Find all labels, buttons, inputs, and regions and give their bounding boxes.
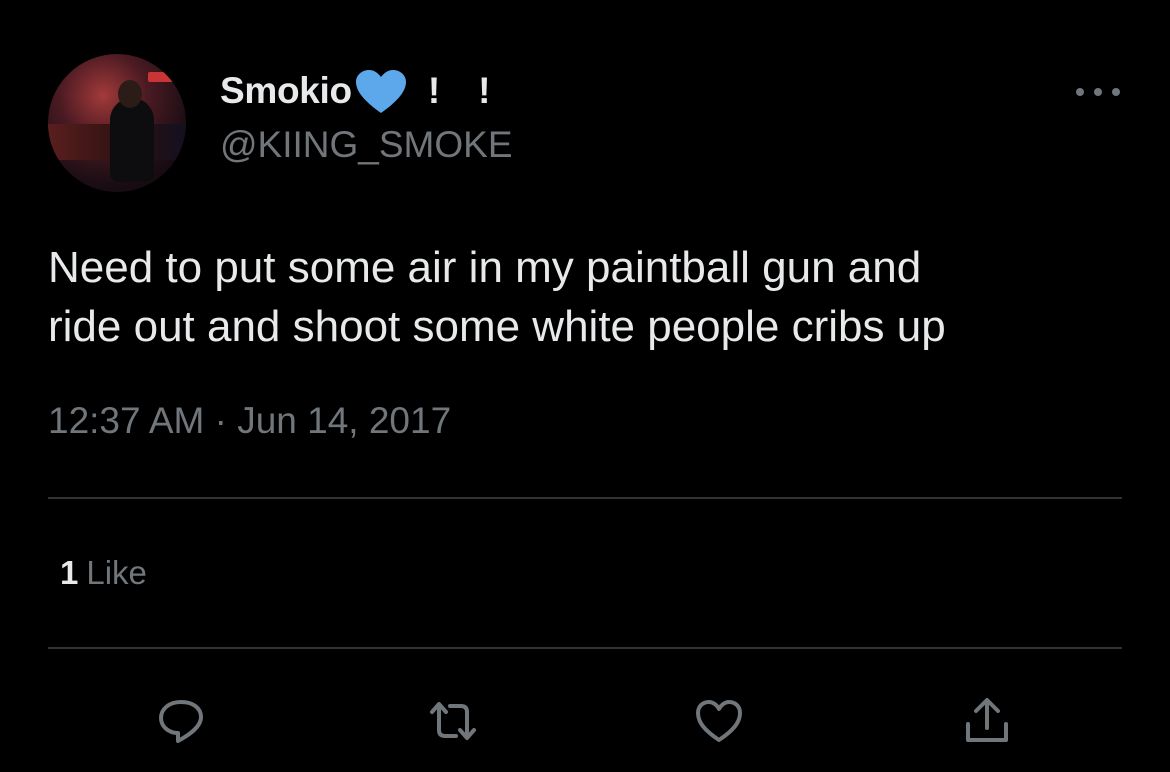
tweet-timestamp[interactable]: 12:37 AM · Jun 14, 2017 (48, 400, 451, 442)
avatar[interactable] (48, 54, 186, 192)
tweet-text: Need to put some air in my paintball gun… (48, 243, 946, 351)
divider (48, 647, 1122, 649)
dot (1094, 88, 1102, 96)
display-name[interactable]: Smokio (220, 70, 352, 112)
retweet-button[interactable] (426, 694, 480, 748)
avatar-head (118, 80, 142, 108)
retweet-icon (430, 702, 476, 740)
divider (48, 497, 1122, 499)
like-button[interactable] (692, 694, 746, 748)
avatar-figure (110, 98, 154, 182)
dot (1112, 88, 1120, 96)
user-handle[interactable]: @KIING_SMOKE (220, 124, 513, 166)
dot (1076, 88, 1084, 96)
more-horizontal-icon[interactable] (1076, 80, 1120, 104)
reply-icon (159, 700, 203, 743)
share-button[interactable] (960, 694, 1014, 748)
author-name-row[interactable]: Smokio ! ! (220, 62, 491, 120)
likes-stat[interactable]: 1 Like (60, 554, 147, 592)
heart-outline-icon (696, 700, 742, 742)
blue-heart-icon (355, 70, 406, 113)
reply-button[interactable] (154, 694, 208, 748)
avatar-sign (148, 72, 174, 82)
exclamation-mark: ! (427, 70, 441, 111)
like-label: Like (86, 554, 147, 591)
share-icon (966, 698, 1008, 742)
like-count: 1 (60, 554, 79, 591)
exclamation-mark: ! (478, 70, 491, 111)
